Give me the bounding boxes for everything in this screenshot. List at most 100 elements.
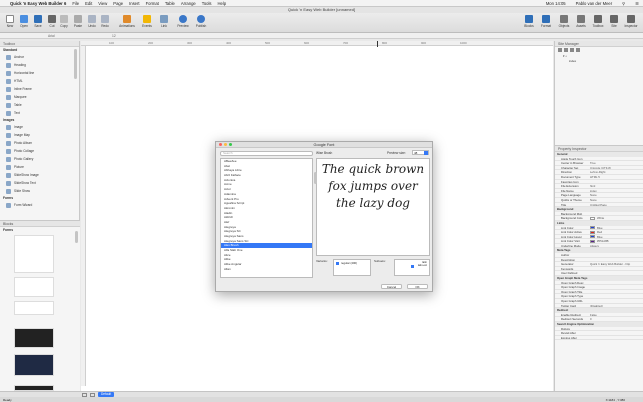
link-button[interactable]: Link xyxy=(157,15,171,28)
property-value[interactable]: index xyxy=(587,189,643,193)
search-icon[interactable]: ⚲ xyxy=(622,1,625,6)
tool-marquee[interactable]: Marquee xyxy=(0,93,79,101)
tool-slideshow-text[interactable]: SlideShow Text xyxy=(0,179,79,187)
block-thumbnail[interactable] xyxy=(14,328,54,348)
variant-item[interactable]: regular (400) xyxy=(336,261,368,265)
property-value[interactable] xyxy=(587,253,643,257)
property-value[interactable] xyxy=(587,267,643,271)
block-thumbnail[interactable] xyxy=(14,354,54,376)
property-value[interactable]: Quick 'n Easy Web Builder - http xyxy=(587,262,643,266)
font-name-field[interactable]: Arial xyxy=(48,34,55,38)
property-value[interactable]: 0 xyxy=(587,317,643,321)
format-button[interactable]: Format xyxy=(538,15,554,28)
checkbox-checked-icon[interactable] xyxy=(411,265,414,268)
property-value[interactable]: Always xyxy=(587,244,643,248)
tool-html[interactable]: HTML xyxy=(0,77,79,85)
font-search-input[interactable]: Search xyxy=(220,151,313,156)
tool-photo-collage[interactable]: Photo Collage xyxy=(0,147,79,155)
tool-table[interactable]: Table xyxy=(0,101,79,109)
property-value[interactable]: None xyxy=(587,198,643,202)
menu-edit[interactable]: Edit xyxy=(85,1,92,6)
property-value[interactable] xyxy=(587,157,643,161)
inspector-row[interactable]: Expires After xyxy=(555,336,643,341)
font-size-field[interactable]: 12 xyxy=(112,34,116,38)
save-button[interactable]: Save xyxy=(31,15,45,28)
add-folder-icon[interactable] xyxy=(564,48,568,52)
property-value[interactable] xyxy=(587,180,643,184)
property-value[interactable]: Blue xyxy=(587,235,643,239)
property-value[interactable]: Untitled Page xyxy=(587,203,643,207)
tool-heading[interactable]: Heading xyxy=(0,61,79,69)
tool-image-map[interactable]: Image Map xyxy=(0,131,79,139)
property-value[interactable] xyxy=(587,212,643,216)
events-button[interactable]: Events xyxy=(140,15,154,28)
redo-button[interactable]: Redo xyxy=(98,15,112,28)
layer-add-icon[interactable] xyxy=(90,392,95,397)
property-value[interactable] xyxy=(587,336,643,340)
property-value[interactable]: (Disabled) xyxy=(587,304,643,308)
menu-help[interactable]: Help xyxy=(218,1,227,6)
subsets-list[interactable]: latin latin-ext xyxy=(394,259,430,276)
block-thumbnail[interactable] xyxy=(14,301,54,315)
ok-button[interactable]: OK xyxy=(407,284,428,289)
menu-format[interactable]: Format xyxy=(146,1,159,6)
tool-form-wizard[interactable]: Form Wizard xyxy=(0,201,79,209)
tool-anchor[interactable]: Anchor xyxy=(0,53,79,61)
property-value[interactable] xyxy=(587,327,643,331)
font-list-scrollbar[interactable] xyxy=(314,172,317,184)
property-value[interactable]: Unicode (UTF-8) xyxy=(587,166,643,170)
property-value[interactable]: True xyxy=(587,161,643,165)
add-page-icon[interactable] xyxy=(558,48,562,52)
property-value[interactable]: Left-to-Right xyxy=(587,170,643,174)
font-list[interactable]: ABeeZee Abel Abhaya Libre Abril Fatface Aclo… xyxy=(220,158,313,278)
tool-photo-gallery[interactable]: Photo Gallery xyxy=(0,155,79,163)
tool-picture[interactable]: Picture xyxy=(0,163,79,171)
preview-size-select[interactable]: 48 xyxy=(412,150,429,155)
property-value[interactable] xyxy=(587,294,643,298)
menu-file[interactable]: File xyxy=(72,1,79,6)
publish-button[interactable]: Publish xyxy=(193,15,209,28)
dialog-close-icon[interactable] xyxy=(219,143,222,146)
property-value[interactable] xyxy=(587,271,643,275)
property-value[interactable]: None xyxy=(587,193,643,197)
property-value[interactable] xyxy=(587,290,643,294)
open-button[interactable]: Open xyxy=(17,15,31,28)
checkbox-checked-icon[interactable] xyxy=(336,261,339,265)
property-value[interactable]: Red xyxy=(587,230,643,234)
animations-button[interactable]: Animations xyxy=(117,15,137,28)
property-value[interactable]: html xyxy=(587,184,643,188)
layer-icon[interactable] xyxy=(82,392,87,397)
dialog-zoom-icon[interactable] xyxy=(229,143,232,146)
blocks-group-forms[interactable]: Forms xyxy=(0,227,80,233)
undo-button[interactable]: Undo xyxy=(85,15,99,28)
property-value[interactable] xyxy=(587,331,643,335)
menu-table[interactable]: Table xyxy=(165,1,175,6)
toolbox-button[interactable]: Toolbox xyxy=(590,15,606,28)
subset-item[interactable]: latin-ext xyxy=(418,264,427,267)
tool-slide-show[interactable]: Slide Show xyxy=(0,187,79,195)
properties-icon[interactable] xyxy=(576,48,580,52)
app-menu[interactable]: Quick 'n Easy Web Builder 6 xyxy=(10,1,66,6)
font-list-item[interactable]: Allan xyxy=(221,267,312,272)
inspector-button[interactable]: Inspector xyxy=(622,15,640,28)
tool-horizontal-line[interactable]: Horizontal line xyxy=(0,69,79,77)
copy-button[interactable]: Copy xyxy=(57,15,71,28)
menu-page[interactable]: Page xyxy=(113,1,123,6)
new-button[interactable]: New xyxy=(3,15,17,28)
assets-button[interactable]: Assets xyxy=(573,15,589,28)
menu-insert[interactable]: Insert xyxy=(129,1,139,6)
tool-image[interactable]: Image xyxy=(0,123,79,131)
menu-tools[interactable]: Tools xyxy=(202,1,212,6)
menu-view[interactable]: View xyxy=(98,1,107,6)
property-value[interactable]: Blue xyxy=(587,226,643,230)
preview-button[interactable]: Preview xyxy=(175,15,191,28)
blocks-scrollbar[interactable] xyxy=(75,231,78,243)
property-value[interactable] xyxy=(587,281,643,285)
delete-icon[interactable] xyxy=(570,48,574,52)
property-value[interactable]: White xyxy=(587,216,643,220)
page-index[interactable]: index xyxy=(555,59,643,64)
property-value[interactable] xyxy=(587,258,643,262)
tool-photo-album[interactable]: Photo Album xyxy=(0,139,79,147)
property-value[interactable] xyxy=(587,299,643,303)
property-value[interactable]: HTML 5 xyxy=(587,175,643,179)
